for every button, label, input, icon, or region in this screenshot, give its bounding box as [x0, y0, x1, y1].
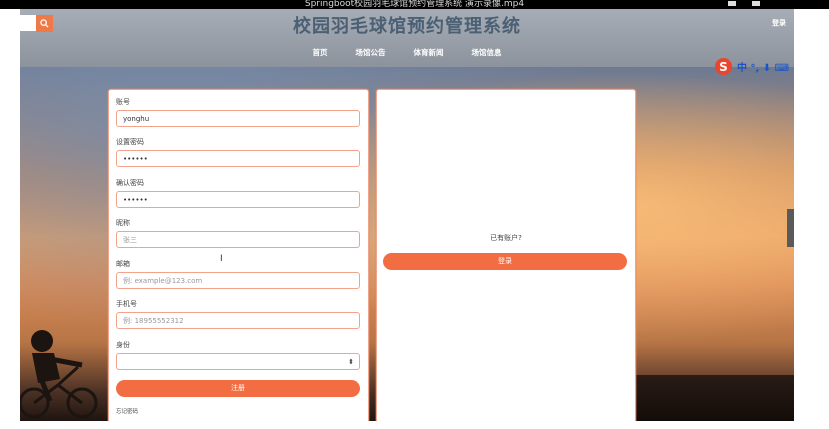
- register-form: 账号 yonghu 设置密码 •••••• 确认密码 •••••• 昵称 张三 …: [108, 89, 369, 421]
- side-tab[interactable]: [787, 209, 794, 247]
- ime-status: 中 °, ⬇ ⌨: [737, 63, 790, 74]
- password-input[interactable]: ••••••: [116, 150, 360, 167]
- account-label: 账号: [116, 98, 130, 106]
- background-ground: [635, 375, 794, 421]
- confirm-password-label: 确认密码: [116, 179, 144, 187]
- password-field-group: 设置密码 ••••••: [116, 137, 360, 167]
- email-label: 邮箱: [116, 260, 130, 268]
- nickname-label: 昵称: [116, 219, 130, 227]
- nav-item-sports-news[interactable]: 体育新闻: [414, 47, 444, 58]
- site-title: 校园羽毛球馆预约管理系统: [293, 16, 521, 37]
- nickname-field-group: 昵称 张三: [116, 218, 360, 248]
- forgot-password-link[interactable]: 忘记密码: [116, 407, 138, 415]
- phone-field-group: 手机号 例: 18955552312: [116, 299, 360, 329]
- identity-label: 身份: [116, 341, 130, 349]
- nav-item-home[interactable]: 首页: [313, 47, 328, 58]
- account-field-group: 账号 yonghu: [116, 97, 360, 127]
- account-input[interactable]: yonghu: [116, 110, 360, 127]
- email-input[interactable]: 例: example@123.com: [116, 272, 360, 289]
- video-title: Springboot校园羽毛球馆预约管理系统 演示录像.mp4: [304, 0, 525, 9]
- header-login-link[interactable]: 登录: [772, 18, 786, 28]
- video-control-icon[interactable]: [728, 1, 736, 6]
- nav-item-notices[interactable]: 场馆公告: [356, 47, 386, 58]
- nav-item-venue-info[interactable]: 场馆信息: [472, 47, 502, 58]
- phone-label: 手机号: [116, 300, 137, 308]
- site-header: 校园羽毛球馆预约管理系统 登录 首页 场馆公告 体育新闻 场馆信息: [20, 9, 794, 67]
- video-title-bar: Springboot校园羽毛球馆预约管理系统 演示录像.mp4: [0, 0, 829, 9]
- confirm-field-group: 确认密码 ••••••: [116, 178, 360, 208]
- phone-input[interactable]: 例: 18955552312: [116, 312, 360, 329]
- sogou-logo-icon: S: [715, 58, 732, 75]
- child-bicycle-silhouette: [20, 330, 98, 419]
- identity-select[interactable]: ⬍: [116, 353, 360, 370]
- register-button[interactable]: 注册: [116, 380, 360, 397]
- page-stage: 校园羽毛球馆预约管理系统 登录 首页 场馆公告 体育新闻 场馆信息 S 中 °,…: [20, 9, 794, 421]
- password-label: 设置密码: [116, 138, 144, 146]
- has-account-text: 已有账户?: [490, 234, 522, 242]
- confirm-password-input[interactable]: ••••••: [116, 191, 360, 208]
- text-cursor-icon: I: [220, 254, 223, 264]
- ime-toolbar[interactable]: S 中 °, ⬇ ⌨: [715, 58, 789, 75]
- identity-field-group: 身份 ⬍: [116, 340, 360, 370]
- video-control-icon[interactable]: [752, 1, 760, 6]
- main-nav: 首页 场馆公告 体育新闻 场馆信息: [20, 47, 794, 58]
- nickname-input[interactable]: 张三: [116, 231, 360, 248]
- select-arrows-icon: ⬍: [348, 358, 354, 366]
- email-field-group: 邮箱 例: example@123.com: [116, 259, 360, 289]
- login-button[interactable]: 登录: [383, 253, 627, 270]
- login-side-panel: 已有账户? 登录: [376, 89, 636, 421]
